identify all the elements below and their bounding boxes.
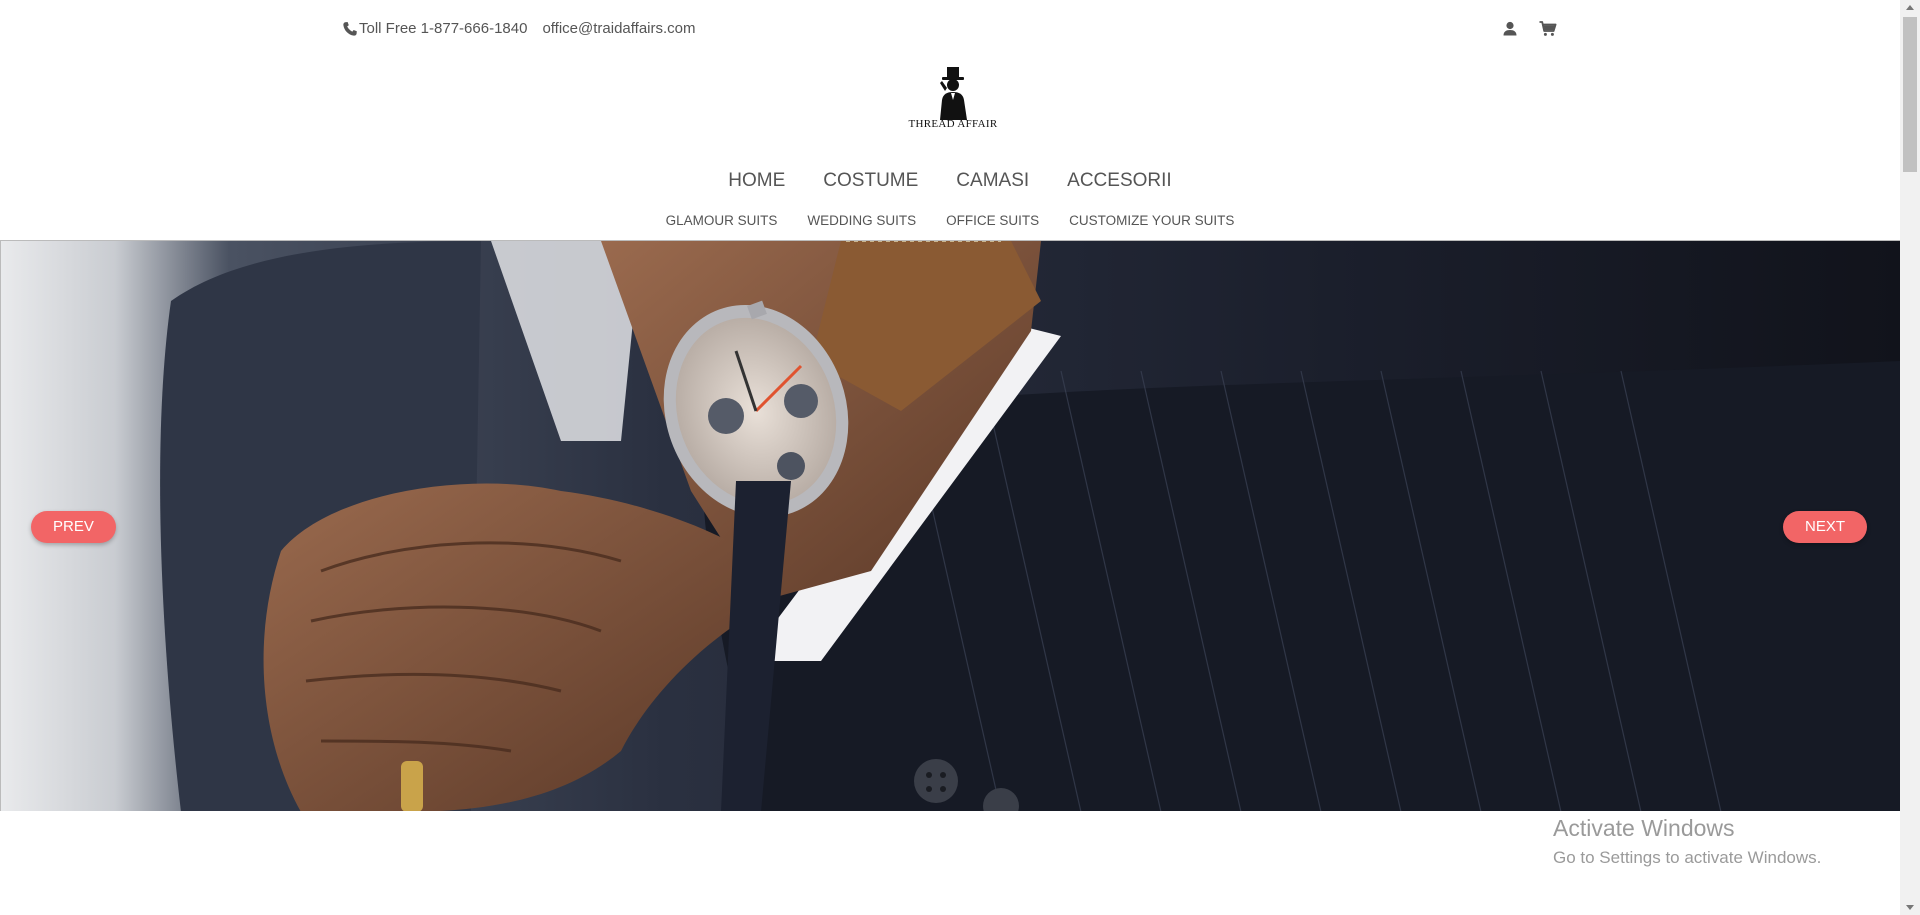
subnav-customize-your-suits[interactable]: CUSTOMIZE YOUR SUITS <box>1069 213 1234 228</box>
main-nav: HOME COSTUME CAMASI ACCESORII <box>0 170 1900 192</box>
top-bar: Toll Free 1-877-666-1840 office@traidaff… <box>0 0 1900 60</box>
next-button[interactable]: NEXT <box>1783 511 1868 543</box>
nav-home[interactable]: HOME <box>728 170 785 192</box>
nav-costume[interactable]: COSTUME <box>823 170 918 192</box>
cart-icon[interactable] <box>1538 19 1558 39</box>
prev-button[interactable]: PREV <box>31 511 116 543</box>
windows-activation-watermark: Activate Windows Go to Settings to activ… <box>1553 815 1821 868</box>
phone-icon <box>342 21 358 37</box>
subnav-wedding-suits[interactable]: WEDDING SUITS <box>807 213 916 228</box>
account-icons <box>1500 19 1558 39</box>
scroll-up-arrow-icon[interactable] <box>1906 5 1914 10</box>
logo-brand-text: THREAD AFFAIR <box>908 118 998 130</box>
email-link[interactable]: office@traidaffairs.com <box>542 20 695 37</box>
watermark-title: Activate Windows <box>1553 815 1735 841</box>
subnav-glamour-suits[interactable]: GLAMOUR SUITS <box>666 213 778 228</box>
scrollbar-thumb[interactable] <box>1903 17 1917 172</box>
site-logo[interactable]: THREAD AFFAIR <box>905 66 1001 132</box>
watermark-subtitle: Go to Settings to activate Windows. <box>1553 848 1822 867</box>
gentleman-logo-icon <box>940 67 967 120</box>
nav-accesorii[interactable]: ACCESORII <box>1067 170 1172 192</box>
page: Toll Free 1-877-666-1840 office@traidaff… <box>0 0 1900 915</box>
hero-image <box>1 241 1900 811</box>
user-icon[interactable] <box>1500 19 1520 39</box>
contact-info: Toll Free 1-877-666-1840 office@traidaff… <box>342 20 696 37</box>
nav-camasi[interactable]: CAMASI <box>956 170 1029 192</box>
scroll-down-arrow-icon[interactable] <box>1906 905 1914 910</box>
subnav-office-suits[interactable]: OFFICE SUITS <box>946 213 1039 228</box>
phone-number[interactable]: Toll Free 1-877-666-1840 <box>359 20 527 37</box>
hero-slider: PREV NEXT <box>0 240 1900 811</box>
vertical-scrollbar[interactable] <box>1900 0 1920 915</box>
sub-nav: GLAMOUR SUITS WEDDING SUITS OFFICE SUITS… <box>0 213 1900 228</box>
